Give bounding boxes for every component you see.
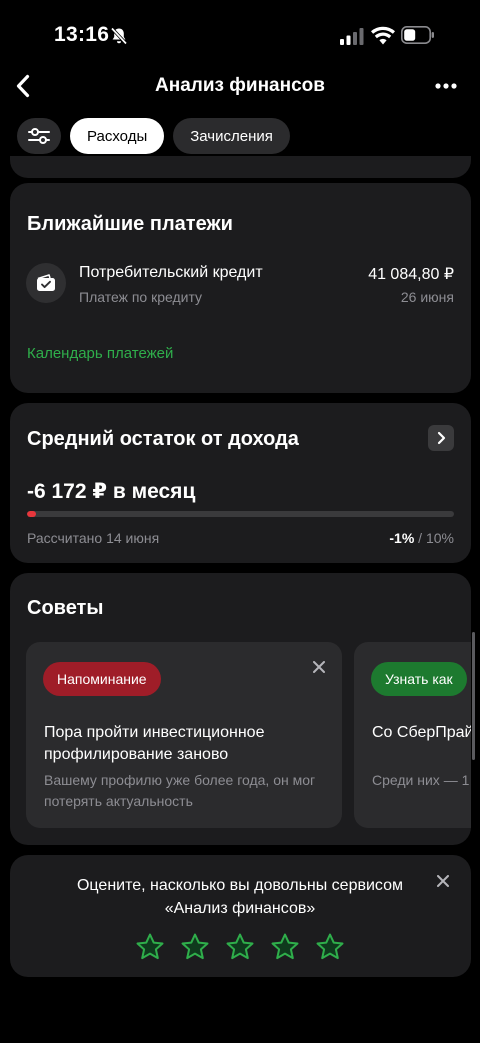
- sliders-icon: [28, 128, 50, 144]
- navigation-bar: Анализ финансов: [0, 60, 480, 112]
- balance-calculated-date: Рассчитано 14 июня: [27, 530, 160, 546]
- upcoming-payments-title: Ближайшие платежи: [27, 213, 233, 235]
- more-options-button[interactable]: [430, 74, 462, 98]
- rating-card: Оцените, насколько вы довольны сервисом …: [10, 855, 471, 977]
- tip-badge: Напоминание: [43, 662, 161, 696]
- star-rating-2-icon[interactable]: [180, 932, 210, 962]
- bell-off-icon: [110, 27, 128, 45]
- tip-title: Пора пройти инвестиционное профилировани…: [44, 724, 265, 763]
- tab-expenses[interactable]: Расходы: [70, 118, 165, 154]
- filter-settings-button[interactable]: [17, 118, 61, 154]
- balance-progress-fill: [27, 511, 36, 517]
- chevron-right-icon: [437, 431, 446, 445]
- tip-title: Со СберПрайм категорий ке: [372, 724, 471, 741]
- tip-description: Среди них — 1 покупки: [372, 772, 471, 788]
- star-rating-4-icon[interactable]: [270, 932, 300, 962]
- close-icon: [313, 661, 325, 673]
- balance-percent-target: / 10%: [414, 530, 454, 546]
- star-rating-5-icon[interactable]: [315, 932, 345, 962]
- tips-title: Советы: [27, 597, 104, 619]
- average-balance-open-button[interactable]: [428, 425, 454, 451]
- payment-date: 26 июня: [400, 289, 454, 305]
- star-rating-3-icon[interactable]: [225, 932, 255, 962]
- upcoming-payments-card: Ближайшие платежи Потребительский кредит…: [10, 183, 471, 393]
- scroll-indicator: [472, 632, 475, 760]
- payment-name[interactable]: Потребительский кредит: [79, 264, 263, 282]
- rating-prompt: Оцените, насколько вы довольны сервисом …: [76, 877, 403, 917]
- average-balance-amount: -6 172 ₽ в месяц: [27, 480, 196, 503]
- tip-description: Вашему профилю уже более года, он мог по…: [44, 772, 316, 809]
- average-balance-title: Средний остаток от дохода: [27, 428, 299, 450]
- battery-icon: [401, 26, 434, 44]
- payment-calendar-link[interactable]: Календарь платежей: [27, 345, 173, 362]
- balance-progress-bar: [27, 511, 454, 517]
- tab-income[interactable]: Зачисления: [173, 118, 290, 154]
- rating-stars: [135, 932, 345, 962]
- tip-badge: Узнать как: [371, 662, 467, 696]
- payment-amount: 41 084,80 ₽: [368, 266, 454, 283]
- balance-percent-value: -1%: [389, 530, 415, 546]
- rating-close-button[interactable]: [434, 872, 452, 890]
- balance-percent: -1% / 10%: [389, 530, 454, 546]
- filter-row: Расходы Зачисления: [17, 118, 290, 154]
- page-title: Анализ финансов: [155, 75, 325, 96]
- wifi-icon: [371, 26, 395, 45]
- tips-carousel[interactable]: Напоминание Пора пройти инвестиционное п…: [26, 642, 471, 829]
- tip-card-sberprime[interactable]: Узнать как Со СберПрайм категорий ке Сре…: [354, 642, 471, 828]
- average-balance-card[interactable]: Средний остаток от дохода -6 172 ₽ в мес…: [10, 403, 471, 563]
- payment-subtitle: Платеж по кредиту: [79, 289, 203, 305]
- close-icon: [437, 875, 449, 887]
- more-dots-icon: [435, 83, 457, 89]
- cellular-signal-icon: [340, 28, 364, 45]
- tips-card: Советы Напоминание Пора пройти инвестици…: [10, 573, 471, 845]
- tip-close-button[interactable]: [310, 658, 328, 676]
- previous-card-edge: [10, 156, 471, 178]
- tip-card-reminder[interactable]: Напоминание Пора пройти инвестиционное п…: [26, 642, 342, 828]
- star-rating-1-icon[interactable]: [135, 932, 165, 962]
- status-time: 13:16: [54, 23, 110, 46]
- wallet-check-icon: [26, 263, 66, 303]
